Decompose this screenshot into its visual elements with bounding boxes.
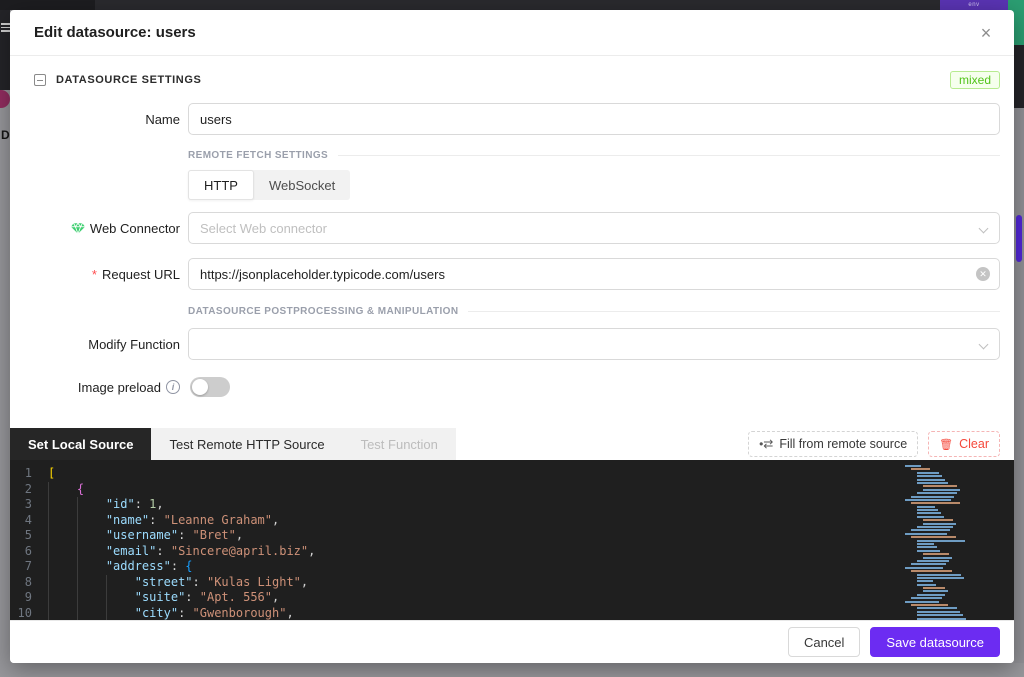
name-input[interactable] xyxy=(188,103,1000,135)
info-icon: i xyxy=(166,380,180,394)
request-url-label: Request URL xyxy=(102,267,180,282)
save-datasource-button[interactable]: Save datasource xyxy=(870,627,1000,657)
app-topbar-left xyxy=(0,0,95,10)
env-badge: env xyxy=(940,0,1008,10)
swap-icon: •⇄ xyxy=(759,437,773,451)
code-lines: 1[2 {3 "id": 1,4 "name": "Leanne Graham"… xyxy=(10,466,1014,620)
protocol-segmented: HTTP WebSocket xyxy=(188,170,350,200)
modal-footer: Cancel Save datasource xyxy=(10,620,1014,663)
name-label: Name xyxy=(10,112,180,127)
tab-set-local-source[interactable]: Set Local Source xyxy=(10,428,151,460)
minimap[interactable] xyxy=(903,465,975,620)
close-icon[interactable]: × xyxy=(974,21,998,45)
request-url-input[interactable] xyxy=(188,258,1000,290)
clear-input-icon[interactable]: ✕ xyxy=(976,267,990,281)
code-editor[interactable]: 1[2 {3 "id": 1,4 "name": "Leanne Graham"… xyxy=(10,460,1014,620)
app-left-edge xyxy=(0,10,10,90)
divider-line xyxy=(468,311,1000,312)
cancel-button[interactable]: Cancel xyxy=(788,627,860,657)
app-right-edge xyxy=(1014,45,1024,108)
modify-function-label: Modify Function xyxy=(10,337,180,352)
remote-fetch-divider: REMOTE FETCH SETTINGS xyxy=(188,150,328,161)
fill-from-remote-button[interactable]: •⇄ Fill from remote source xyxy=(748,431,918,457)
divider-line xyxy=(338,155,1000,156)
tab-test-function: Test Function xyxy=(343,428,456,460)
modal-header: Edit datasource: users × xyxy=(10,10,1014,56)
page-letter: D xyxy=(1,128,10,142)
protocol-http-option[interactable]: HTTP xyxy=(188,170,254,200)
trash-icon: 🗑 xyxy=(939,438,953,451)
clear-label: Clear xyxy=(959,437,989,451)
clear-button[interactable]: 🗑 Clear xyxy=(928,431,1000,457)
status-badge: mixed xyxy=(950,71,1000,89)
chevron-down-icon xyxy=(980,224,988,232)
protocol-websocket-option[interactable]: WebSocket xyxy=(254,170,350,200)
modify-function-select[interactable] xyxy=(188,328,1000,360)
section-label: DATASOURCE SETTINGS xyxy=(56,74,201,86)
fill-from-remote-label: Fill from remote source xyxy=(779,437,907,451)
postprocessing-divider: DATASOURCE POSTPROCESSING & MANIPULATION xyxy=(188,306,458,317)
app-logo xyxy=(0,90,10,108)
required-asterisk: * xyxy=(92,267,97,282)
web-connector-label: Web Connector xyxy=(90,221,180,236)
modal-title: Edit datasource: users xyxy=(34,24,196,41)
menu-icon xyxy=(1,23,10,34)
page-scrollbar-thumb xyxy=(1016,215,1022,262)
edit-datasource-modal: Edit datasource: users × DATASOURCE SETT… xyxy=(10,10,1014,663)
tab-test-remote-http-source[interactable]: Test Remote HTTP Source xyxy=(151,428,342,460)
image-preload-toggle[interactable] xyxy=(190,377,230,397)
page-scrollbar xyxy=(1014,108,1024,663)
web-connector-placeholder: Select Web connector xyxy=(200,221,327,236)
datasource-settings-section-header[interactable]: DATASOURCE SETTINGS mixed xyxy=(34,66,1000,94)
web-connector-select[interactable]: Select Web connector xyxy=(188,212,1000,244)
chevron-down-icon xyxy=(980,340,988,348)
source-tabbar: Set Local Source Test Remote HTTP Source… xyxy=(10,428,1014,460)
collapse-icon[interactable] xyxy=(34,74,46,86)
web-connector-icon xyxy=(71,222,85,235)
image-preload-label: Image preload xyxy=(78,380,161,395)
app-topbar: env xyxy=(0,0,1024,10)
